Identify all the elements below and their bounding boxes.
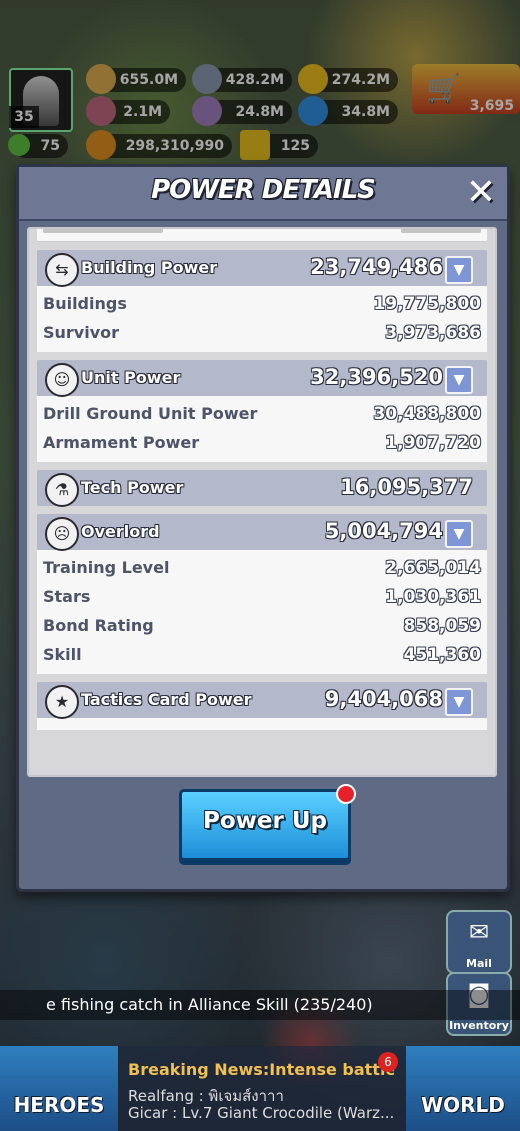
list-item: Stars 1,030,361 xyxy=(43,587,481,607)
signpost-icon: ⇆ xyxy=(45,253,79,287)
section-overlord[interactable]: ☹ Overlord 5,004,794 ▼ xyxy=(37,514,487,551)
chevron-down-icon[interactable]: ▼ xyxy=(445,688,473,716)
section-unit-power[interactable]: ☺ Unit Power 32,396,520 ▼ xyxy=(37,360,487,397)
list-item: Armament Power 1,907,720 xyxy=(43,433,481,453)
list-item: Bond Rating 858,059 xyxy=(43,616,481,636)
building-power-rows: Buildings 19,775,800 Survivor 3,973,686 xyxy=(37,286,487,352)
bottom-bar: HEROES Breaking News:Intense battle ... … xyxy=(0,1046,520,1131)
list-item: Skill 451,360 xyxy=(43,645,481,665)
close-icon[interactable]: ✕ xyxy=(463,175,499,211)
chevron-down-icon[interactable]: ▼ xyxy=(445,520,473,548)
dialog-title: POWER DETAILS xyxy=(151,175,376,205)
notification-dot xyxy=(336,784,356,804)
tactics-rows xyxy=(37,718,487,730)
dialog-header: POWER DETAILS xyxy=(19,167,507,221)
mail-button[interactable]: ✉ Mail xyxy=(446,910,512,974)
alliance-ticker[interactable]: e fishing catch in Alliance Skill (235/2… xyxy=(0,990,520,1020)
overlord-rows: Training Level 2,665,014 Stars 1,030,361… xyxy=(37,550,487,674)
chevron-down-icon[interactable]: ▼ xyxy=(445,366,473,394)
flask-icon: ⚗ xyxy=(45,473,79,507)
chat-badge: 6 xyxy=(378,1052,398,1072)
list-item: Survivor 3,973,686 xyxy=(43,323,481,343)
chevron-down-icon[interactable]: ▼ xyxy=(445,256,473,284)
dialog-footer: Power Up xyxy=(19,783,507,889)
section-tech-power: ⚗ Tech Power 16,095,377 xyxy=(37,470,487,507)
news-headline[interactable]: Breaking News:Intense battle ... xyxy=(128,1060,394,1079)
world-button[interactable]: WORLD xyxy=(406,1046,520,1131)
soldier-icon: ☺ xyxy=(45,363,79,397)
heroes-button[interactable]: HEROES xyxy=(0,1046,118,1131)
section-building-power[interactable]: ⇆ Building Power 23,749,486 ▼ xyxy=(37,250,487,287)
list-item: Training Level 2,665,014 xyxy=(43,558,481,578)
gorilla-icon: ☹ xyxy=(45,517,79,551)
chat-line[interactable]: Gicar : Lv.7 Giant Crocodile (Warz... xyxy=(128,1104,394,1122)
section-tactics-card-power[interactable]: ★ Tactics Card Power 9,404,068 ▼ xyxy=(37,682,487,719)
list-item: Drill Ground Unit Power 30,488,800 xyxy=(43,404,481,424)
clipped-row xyxy=(37,229,487,242)
list-item: Buildings 19,775,800 xyxy=(43,294,481,314)
unit-power-rows: Drill Ground Unit Power 30,488,800 Armam… xyxy=(37,396,487,462)
star-badge-icon: ★ xyxy=(45,685,79,719)
power-up-button[interactable]: Power Up xyxy=(179,784,356,861)
details-panel[interactable]: ⇆ Building Power 23,749,486 ▼ Buildings … xyxy=(27,227,497,777)
power-details-dialog: POWER DETAILS ✕ ⇆ Building Power 23,749,… xyxy=(16,164,510,892)
